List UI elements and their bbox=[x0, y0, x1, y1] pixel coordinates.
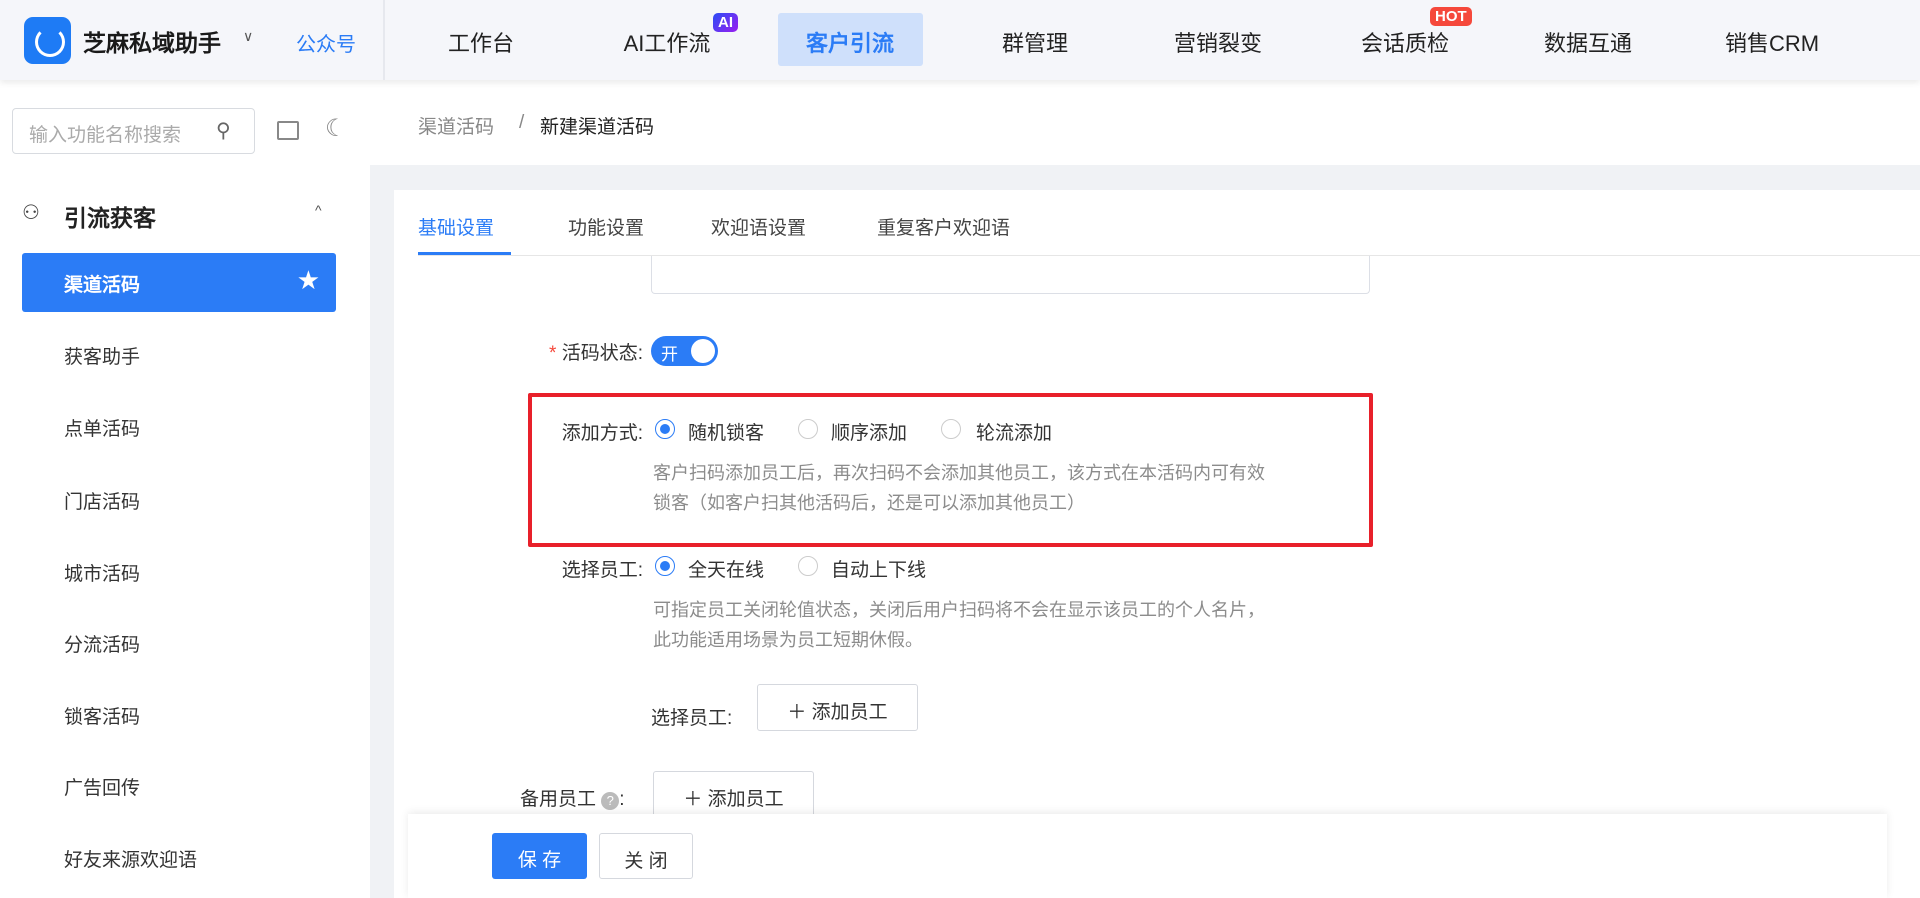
breadcrumb-separator: / bbox=[519, 112, 525, 133]
add-backup-staff-button[interactable]: ＋ 添加员工 bbox=[653, 771, 814, 818]
sidebar-item[interactable]: 锁客活码 bbox=[22, 685, 336, 744]
cutoff-input[interactable] bbox=[651, 256, 1370, 294]
ai-badge: AI bbox=[713, 13, 738, 32]
sidebar-item-label: 渠道活码 bbox=[64, 275, 141, 296]
staff-sub-label: 选择员工: bbox=[651, 708, 733, 729]
sidebar-item[interactable]: 获客助手 bbox=[22, 325, 336, 384]
sidebar-group-title[interactable]: 引流获客 bbox=[64, 199, 156, 233]
radio-round-robin[interactable] bbox=[941, 419, 961, 439]
add-mode-help: 客户扫码添加员工后，再次扫码不会添加其他员工，该方式在本活码内可有效 锁客（如客户… bbox=[653, 463, 1265, 513]
radio-label[interactable]: 顺序添加 bbox=[831, 418, 907, 445]
tab-basic-settings[interactable]: 基础设置 bbox=[418, 213, 494, 240]
nav-marketing-fission[interactable]: 营销裂变 bbox=[1174, 26, 1262, 58]
sidebar-item[interactable]: 好友来源欢迎语 bbox=[22, 828, 336, 887]
radio-auto-online[interactable] bbox=[798, 556, 818, 576]
staff-label: 选择员工: bbox=[561, 560, 643, 581]
sidebar-item-channel-code[interactable]: 渠道活码 ★ bbox=[22, 253, 336, 312]
toggle-knob bbox=[691, 339, 715, 363]
nav-customer-acquisition[interactable]: 客户引流 bbox=[806, 26, 894, 58]
chevron-up-icon[interactable]: ^ bbox=[315, 202, 322, 218]
moon-icon[interactable]: ☾ bbox=[325, 114, 347, 143]
tab-repeat-welcome[interactable]: 重复客户欢迎语 bbox=[877, 213, 1010, 240]
help-icon[interactable]: ? bbox=[601, 792, 620, 810]
add-mode-label: 添加方式: bbox=[561, 423, 643, 444]
radio-random-lock[interactable] bbox=[655, 419, 675, 439]
status-label: * 活码状态: bbox=[549, 343, 643, 364]
add-staff-button[interactable]: ＋ 添加员工 bbox=[757, 684, 918, 731]
brand-name[interactable]: 芝麻私域助手 bbox=[83, 24, 221, 58]
nav-sales-crm[interactable]: 销售CRM bbox=[1725, 26, 1819, 58]
plus-icon: ＋ bbox=[787, 702, 812, 723]
hot-badge: HOT bbox=[1430, 7, 1472, 26]
radio-all-day[interactable] bbox=[655, 556, 675, 576]
backup-label: 备用员工 ?: bbox=[520, 789, 625, 810]
sidebar-item[interactable]: 点单活码 bbox=[22, 397, 336, 456]
tab-welcome-settings[interactable]: 欢迎语设置 bbox=[711, 213, 806, 240]
radio-label[interactable]: 全天在线 bbox=[688, 555, 764, 582]
breadcrumb-parent[interactable]: 渠道活码 bbox=[418, 112, 494, 139]
star-icon[interactable]: ★ bbox=[297, 265, 320, 296]
radio-label[interactable]: 自动上下线 bbox=[831, 555, 926, 582]
nav-group-management[interactable]: 群管理 bbox=[1002, 26, 1068, 58]
toggle-text: 开 bbox=[661, 345, 678, 364]
user-add-icon: ⚇ bbox=[22, 202, 40, 224]
tab-function-settings[interactable]: 功能设置 bbox=[568, 213, 644, 240]
top-bar: 芝麻私域助手 ∨ 公众号 工作台 AI工作流 AI 客户引流 群管理 营销裂变 … bbox=[0, 0, 1920, 80]
sidebar-item[interactable]: 城市活码 bbox=[22, 542, 336, 601]
nav-ai-workflow[interactable]: AI工作流 bbox=[624, 26, 711, 58]
tab-active-underline bbox=[418, 252, 511, 255]
account-switch[interactable]: 公众号 bbox=[296, 28, 356, 57]
save-button[interactable]: 保 存 bbox=[492, 833, 587, 879]
nav-session-qc[interactable]: 会话质检 bbox=[1361, 26, 1449, 58]
radio-sequential[interactable] bbox=[798, 419, 818, 439]
staff-help: 可指定员工关闭轮值状态，关闭后用户扫码将不会在显示该员工的个人名片， 此功能适用场… bbox=[653, 600, 1265, 650]
breadcrumb-current: 新建渠道活码 bbox=[540, 117, 655, 138]
sidebar-item[interactable]: 广告回传 bbox=[22, 756, 336, 815]
divider bbox=[383, 0, 385, 80]
nav-data-sync[interactable]: 数据互通 bbox=[1544, 26, 1632, 58]
radio-label[interactable]: 轮流添加 bbox=[976, 418, 1052, 445]
download-window-icon[interactable] bbox=[277, 121, 299, 140]
nav-workbench[interactable]: 工作台 bbox=[448, 26, 514, 58]
search-icon[interactable]: ⚲ bbox=[216, 118, 231, 143]
close-button[interactable]: 关 闭 bbox=[599, 833, 693, 879]
status-toggle[interactable]: 开 bbox=[651, 336, 718, 366]
radio-label[interactable]: 随机锁客 bbox=[688, 418, 764, 445]
sidebar-item[interactable]: 分流活码 bbox=[22, 613, 336, 672]
logo-icon bbox=[24, 17, 71, 64]
sidebar-item[interactable]: 门店活码 bbox=[22, 470, 336, 529]
plus-icon: ＋ bbox=[683, 789, 708, 810]
chevron-down-icon[interactable]: ∨ bbox=[243, 28, 253, 45]
